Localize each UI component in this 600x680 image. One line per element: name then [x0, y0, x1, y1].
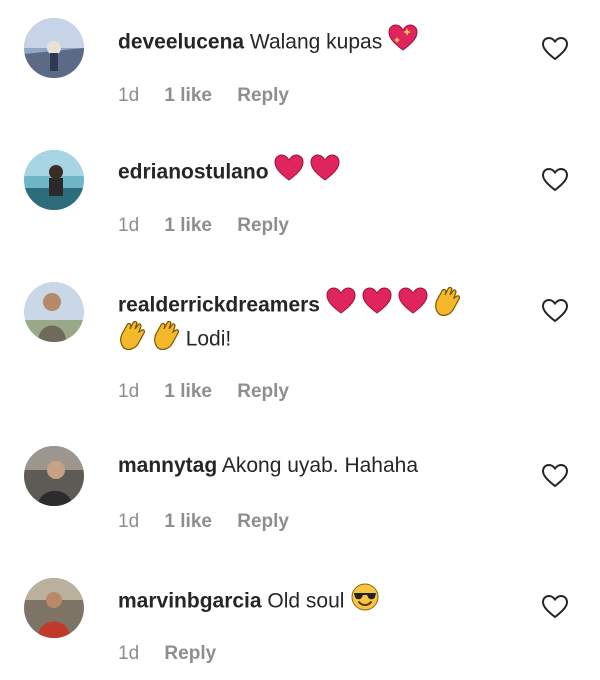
avatar[interactable]: [24, 578, 84, 638]
comment-text-continued: Lodi!: [118, 320, 530, 360]
avatar[interactable]: [24, 18, 84, 78]
comment-time: 1d: [118, 511, 140, 532]
comment-meta: 1d 1 like Reply: [118, 380, 309, 404]
comment-text: deveelucena Walang kupas: [118, 24, 530, 62]
comment-likes[interactable]: 1 like: [164, 85, 212, 106]
comment-username[interactable]: marvinbgarcia: [118, 590, 262, 613]
clapping-hands-icon: [152, 320, 180, 360]
comment-likes[interactable]: 1 like: [164, 381, 212, 402]
like-heart-icon[interactable]: [541, 167, 569, 193]
comment-meta: 1d 1 like Reply: [118, 214, 309, 238]
reply-button[interactable]: Reply: [237, 85, 289, 106]
comment-username[interactable]: mannytag: [118, 454, 217, 477]
comment-likes[interactable]: 1 like: [164, 215, 212, 236]
like-heart-icon[interactable]: [541, 594, 569, 620]
sparkling-heart-icon: [388, 24, 418, 62]
comment-username[interactable]: realderrickdreamers: [118, 294, 320, 317]
comment-body: Akong uyab. Hahaha: [221, 454, 419, 477]
comment-likes[interactable]: 1 like: [164, 511, 212, 532]
comment-time: 1d: [118, 381, 140, 402]
comment-text: mannytag Akong uyab. Hahaha: [118, 450, 530, 482]
smiling-face-with-sunglasses-icon: [350, 582, 380, 622]
like-heart-icon[interactable]: [541, 36, 569, 62]
comment-username[interactable]: deveelucena: [118, 31, 244, 54]
avatar[interactable]: [24, 282, 84, 342]
comment-body: Lodi!: [185, 327, 232, 351]
avatar[interactable]: [24, 446, 84, 506]
like-heart-icon[interactable]: [541, 298, 569, 324]
comment-meta: 1d Reply: [118, 642, 236, 666]
red-heart-icon: [274, 154, 304, 192]
comment-time: 1d: [118, 643, 140, 664]
comment-meta: 1d 1 like Reply: [118, 510, 309, 534]
like-heart-icon[interactable]: [541, 463, 569, 489]
comment-username[interactable]: edrianostulano: [118, 161, 269, 184]
clapping-hands-icon: [118, 320, 146, 360]
reply-button[interactable]: Reply: [237, 215, 289, 236]
reply-button[interactable]: Reply: [164, 643, 216, 664]
comment-body: Walang kupas: [249, 30, 383, 54]
red-heart-icon: [310, 154, 340, 192]
comment-meta: 1d 1 like Reply: [118, 84, 309, 108]
reply-button[interactable]: Reply: [237, 511, 289, 532]
comment-time: 1d: [118, 85, 140, 106]
comment-body: Old soul: [267, 589, 345, 613]
comment-text: edrianostulano: [118, 154, 530, 192]
comment-text: marvinbgarcia Old soul: [118, 582, 530, 622]
avatar[interactable]: [24, 150, 84, 210]
comment-time: 1d: [118, 215, 140, 236]
reply-button[interactable]: Reply: [237, 381, 289, 402]
